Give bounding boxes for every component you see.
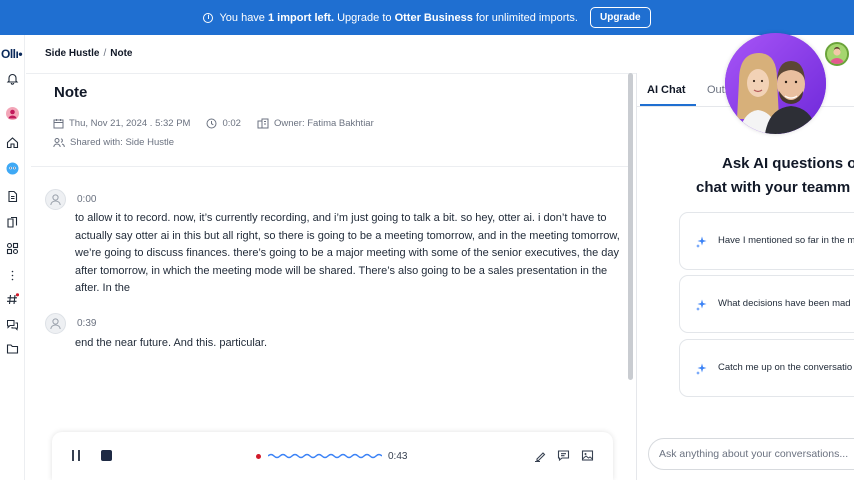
sparkle-icon bbox=[696, 363, 707, 375]
image-icon[interactable] bbox=[581, 449, 594, 462]
note-date: Thu, Nov 21, 2024 . 5:32 PM bbox=[53, 118, 190, 129]
banner-prefix: You have bbox=[219, 11, 265, 24]
note-date-text: Thu, Nov 21, 2024 . 5:32 PM bbox=[69, 118, 191, 129]
segment-timestamp[interactable]: 0:39 bbox=[77, 318, 96, 329]
banner-middle: Upgrade to bbox=[337, 11, 392, 24]
breadcrumb-separator: / bbox=[103, 48, 107, 59]
suggestion-text: Catch me up on the conversatio bbox=[718, 362, 853, 373]
note-owner: Owner: Fatima Bakhtiar bbox=[257, 118, 374, 129]
breadcrumb: Side Hustle / Note bbox=[45, 48, 132, 59]
meta-divider bbox=[31, 166, 629, 167]
webcam-people-image bbox=[725, 33, 826, 134]
transcript-scrollbar[interactable] bbox=[628, 73, 633, 380]
left-rail: Ollı• bbox=[0, 35, 25, 480]
info-icon: i bbox=[203, 12, 214, 23]
banner-import-count: 1 import left. bbox=[268, 11, 335, 24]
ask-ai-input[interactable]: Ask anything about your conversations... bbox=[648, 438, 854, 470]
breadcrumb-parent[interactable]: Side Hustle bbox=[45, 48, 99, 59]
banner-text: You have 1 import left. Upgrade to Otter… bbox=[219, 12, 578, 24]
clock-icon bbox=[206, 118, 217, 129]
webcam-overlay bbox=[725, 33, 826, 134]
note-title[interactable]: Note bbox=[54, 84, 87, 101]
note-owner-text: Owner: Fatima Bakhtiar bbox=[273, 118, 374, 129]
banner-plan: Otter Business bbox=[394, 11, 473, 24]
ai-chat-heading-line2: chat with your teamm bbox=[696, 179, 851, 196]
highlight-pen-icon[interactable] bbox=[534, 449, 547, 462]
bell-icon[interactable] bbox=[6, 72, 19, 85]
notes-icon[interactable] bbox=[6, 190, 19, 203]
note-meta: Thu, Nov 21, 2024 . 5:32 PM 0:02 Owner: … bbox=[53, 118, 390, 129]
documents-icon[interactable] bbox=[6, 216, 19, 229]
note-shared-text: Shared with: Side Hustle bbox=[70, 137, 175, 148]
waveform-icon bbox=[268, 453, 382, 459]
upgrade-banner: i You have 1 import left. Upgrade to Ott… bbox=[0, 0, 854, 35]
speaker-placeholder-icon bbox=[50, 318, 61, 330]
banner-suffix: for unlimited imports. bbox=[475, 11, 578, 24]
building-icon bbox=[257, 118, 269, 129]
pause-button[interactable] bbox=[72, 450, 80, 461]
header-divider bbox=[26, 73, 636, 74]
folder-icon[interactable] bbox=[6, 342, 19, 355]
tab-ai-chat[interactable]: AI Chat bbox=[647, 84, 686, 96]
otter-assistant-icon[interactable] bbox=[6, 162, 19, 175]
apps-icon[interactable] bbox=[6, 242, 19, 255]
chat-icon[interactable] bbox=[6, 318, 19, 331]
speaker-avatar[interactable] bbox=[45, 189, 66, 210]
suggestion-card[interactable]: Catch me up on the conversatio bbox=[679, 339, 854, 397]
recording-player: 0:43 bbox=[52, 432, 613, 480]
suggestion-card[interactable]: Have I mentioned so far in the m bbox=[679, 212, 854, 270]
otter-logo[interactable]: Ollı• bbox=[1, 47, 23, 61]
account-avatar-icon bbox=[827, 44, 847, 64]
speaker-placeholder-icon bbox=[50, 194, 61, 206]
ai-chat-heading-line1: Ask AI questions o bbox=[722, 155, 854, 172]
pane-divider bbox=[636, 73, 637, 480]
stop-button[interactable] bbox=[101, 450, 112, 461]
people-icon bbox=[53, 138, 65, 148]
otter-app: i You have 1 import left. Upgrade to Ott… bbox=[0, 0, 854, 480]
sparkle-icon bbox=[696, 299, 707, 311]
segment-timestamp[interactable]: 0:00 bbox=[77, 194, 96, 205]
note-duration-text: 0:02 bbox=[222, 118, 241, 129]
channels-icon[interactable] bbox=[6, 293, 19, 306]
transcript-segment[interactable]: to allow it to record. now, it’s current… bbox=[75, 210, 620, 298]
suggestion-text: What decisions have been mad bbox=[718, 298, 851, 309]
calendar-icon bbox=[53, 119, 64, 129]
speaker-avatar[interactable] bbox=[45, 313, 66, 334]
transcript-segment[interactable]: end the near future. And this. particula… bbox=[75, 335, 620, 353]
sparkle-icon bbox=[696, 236, 707, 248]
ai-chat-heading: Ask AI questions o chat with your teamm bbox=[656, 152, 854, 200]
comment-icon[interactable] bbox=[557, 449, 570, 462]
recording-indicator bbox=[256, 454, 261, 459]
note-duration: 0:02 bbox=[206, 118, 241, 129]
upgrade-button[interactable]: Upgrade bbox=[589, 7, 651, 28]
note-shared[interactable]: Shared with: Side Hustle bbox=[53, 137, 174, 148]
breadcrumb-current: Note bbox=[110, 48, 133, 59]
home-icon[interactable] bbox=[6, 136, 19, 149]
account-avatar[interactable] bbox=[825, 42, 849, 66]
suggestion-text: Have I mentioned so far in the m bbox=[718, 235, 854, 246]
elapsed-time: 0:43 bbox=[388, 451, 408, 462]
suggestion-card[interactable]: What decisions have been mad bbox=[679, 275, 854, 333]
more-vertical-icon[interactable] bbox=[6, 269, 19, 282]
user-avatar-icon[interactable] bbox=[6, 107, 19, 120]
